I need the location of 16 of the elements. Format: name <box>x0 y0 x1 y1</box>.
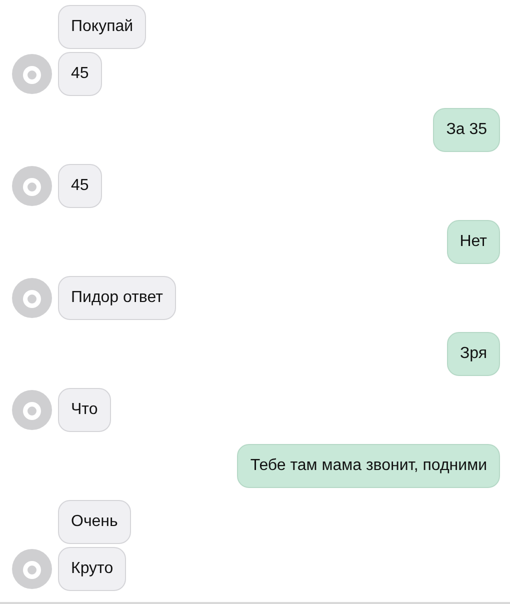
message-bubble: За 35 <box>433 108 500 152</box>
message-bubble: 45 <box>58 164 102 208</box>
message-bubble: Нет <box>446 220 500 264</box>
message-bubble: Покупай <box>58 5 146 49</box>
avatar-icon <box>12 549 52 589</box>
message-bubble: Круто <box>58 547 126 591</box>
avatar-icon <box>12 278 52 318</box>
avatar-icon <box>12 166 52 206</box>
avatar-icon <box>12 390 52 430</box>
message-bubble: Что <box>58 388 111 432</box>
message-bubble: Зря <box>446 332 500 376</box>
message-bubble: Пидор ответ <box>58 276 176 320</box>
avatar-icon <box>12 54 52 94</box>
message-bubble: Очень <box>58 500 131 544</box>
message-bubble: Тебе там мама звонит, подними <box>237 444 500 488</box>
message-bubble: 45 <box>58 52 102 96</box>
